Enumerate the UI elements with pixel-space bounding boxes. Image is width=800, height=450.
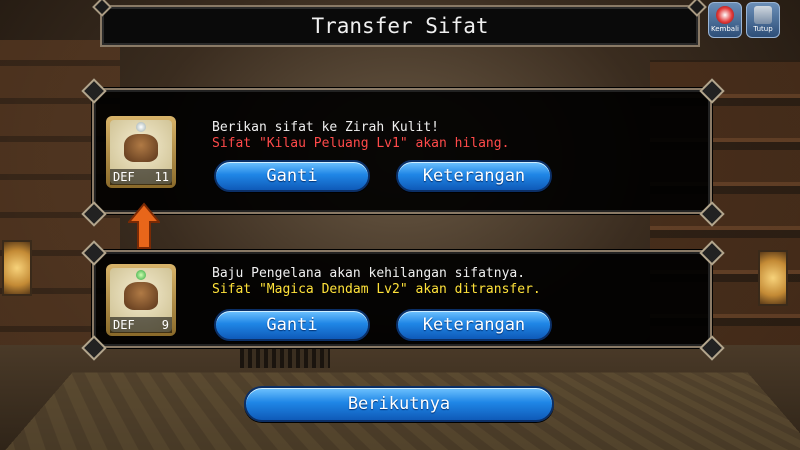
stat-value: 11 bbox=[154, 170, 169, 184]
target-item-card[interactable]: DEF 11 bbox=[106, 116, 176, 188]
source-item-card[interactable]: DEF 9 bbox=[106, 264, 176, 336]
stat-value: 9 bbox=[161, 318, 169, 332]
wall-lamp-right bbox=[758, 250, 788, 306]
close-button[interactable]: Tutup bbox=[746, 2, 780, 38]
home-icon bbox=[754, 6, 772, 24]
target-description: Berikan sifat ke Zirah Kulit! bbox=[212, 120, 439, 135]
back-label: Kembali bbox=[711, 25, 739, 33]
close-label: Tutup bbox=[753, 25, 773, 33]
stat-label: DEF bbox=[113, 318, 135, 332]
source-description: Baju Pengelana akan kehilangan sifatnya. bbox=[212, 266, 526, 281]
source-change-button[interactable]: Ganti bbox=[214, 309, 370, 341]
target-item-panel bbox=[92, 88, 712, 214]
floor-grate bbox=[240, 348, 330, 368]
green-gem-icon bbox=[136, 270, 146, 280]
next-button[interactable]: Berikutnya bbox=[244, 386, 554, 422]
target-info-button[interactable]: Keterangan bbox=[396, 160, 552, 192]
up-arrow-icon bbox=[128, 202, 160, 249]
wall-lamp-left bbox=[2, 240, 32, 296]
armor-icon bbox=[124, 134, 158, 162]
title-bar: Transfer Sifat bbox=[100, 5, 700, 47]
back-button[interactable]: Kembali bbox=[708, 2, 742, 38]
stat-label: DEF bbox=[113, 170, 135, 184]
white-gem-icon bbox=[136, 122, 146, 132]
source-transfer-note: Sifat "Magica Dendam Lv2" akan ditransfe… bbox=[212, 282, 541, 297]
background-scene bbox=[0, 0, 800, 450]
target-warning: Sifat "Kilau Peluang Lv1" akan hilang. bbox=[212, 136, 510, 151]
armor-icon bbox=[124, 282, 158, 310]
target-change-button[interactable]: Ganti bbox=[214, 160, 370, 192]
source-info-button[interactable]: Keterangan bbox=[396, 309, 552, 341]
page-title: Transfer Sifat bbox=[311, 14, 489, 38]
back-icon bbox=[716, 6, 734, 24]
